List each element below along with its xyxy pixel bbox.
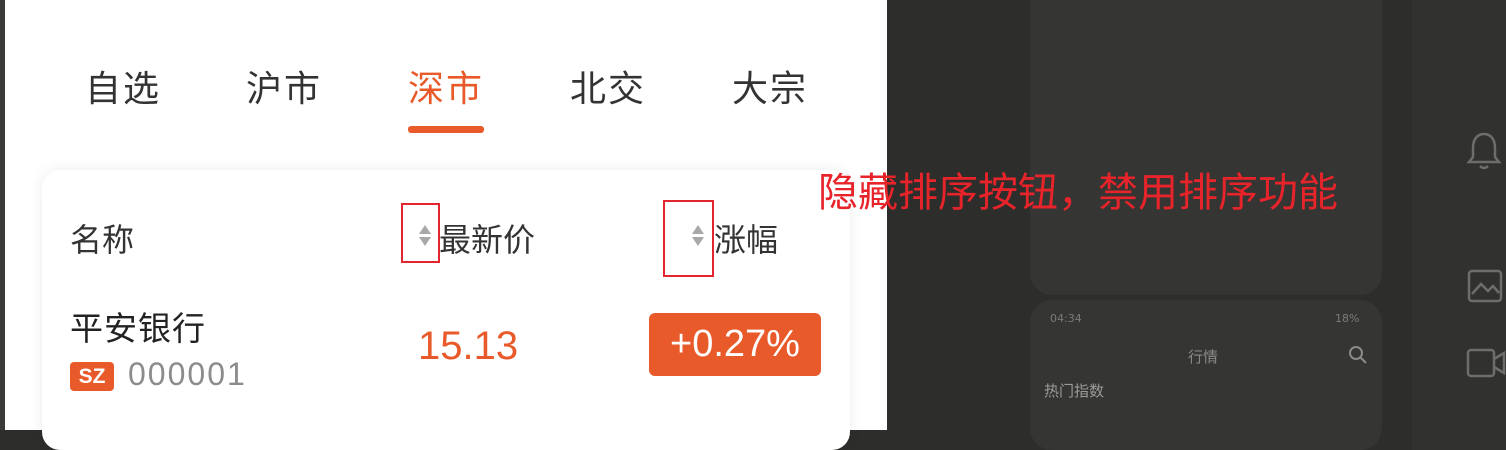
header-price[interactable]: 最新价	[439, 215, 535, 261]
highlight-box-change-sort	[663, 200, 714, 277]
search-icon	[1349, 346, 1367, 364]
tab-beijing[interactable]: 北交	[570, 60, 646, 112]
stock-app-panel: 自选 沪市 深市 北交 大宗 名称 最新价 涨幅 平安银行 SZ 000001 …	[0, 0, 887, 450]
bell-icon	[1466, 132, 1502, 170]
highlight-box-price-sort	[401, 203, 440, 263]
market-badge: SZ	[70, 362, 114, 391]
background-sidebar	[1412, 0, 1506, 450]
status-time: 04:34	[1050, 312, 1082, 325]
status-battery: 18%	[1335, 312, 1360, 325]
stock-list-card: 名称 最新价 涨幅 平安银行 SZ 000001 15.13 +0.27%	[42, 170, 850, 450]
header-change[interactable]: 涨幅	[714, 215, 778, 261]
background-section: 热门指数	[1044, 382, 1105, 400]
active-tab-indicator	[408, 126, 484, 133]
tab-watchlist[interactable]: 自选	[85, 60, 161, 112]
stock-name: 平安银行	[70, 309, 206, 348]
left-edge	[0, 0, 5, 430]
change-badge: +0.27%	[649, 313, 821, 376]
latest-price: 15.13	[418, 324, 519, 368]
image-icon	[1467, 269, 1503, 303]
tab-block-trade[interactable]: 大宗	[732, 60, 808, 112]
video-icon	[1466, 348, 1506, 378]
market-tabs: 自选 沪市 深市 北交 大宗	[40, 60, 860, 140]
tab-shenzhen[interactable]: 深市	[408, 60, 484, 112]
background-phone-preview: 04:34 18% 行情 热门指数	[1030, 300, 1382, 450]
tab-shanghai[interactable]: 沪市	[246, 60, 322, 112]
background-title: 行情	[1188, 348, 1219, 366]
annotation-note: 隐藏排序按钮，禁用排序功能	[818, 170, 1338, 216]
stock-code: 000001	[128, 356, 247, 392]
background-card	[1030, 0, 1382, 295]
header-name: 名称	[70, 221, 135, 259]
